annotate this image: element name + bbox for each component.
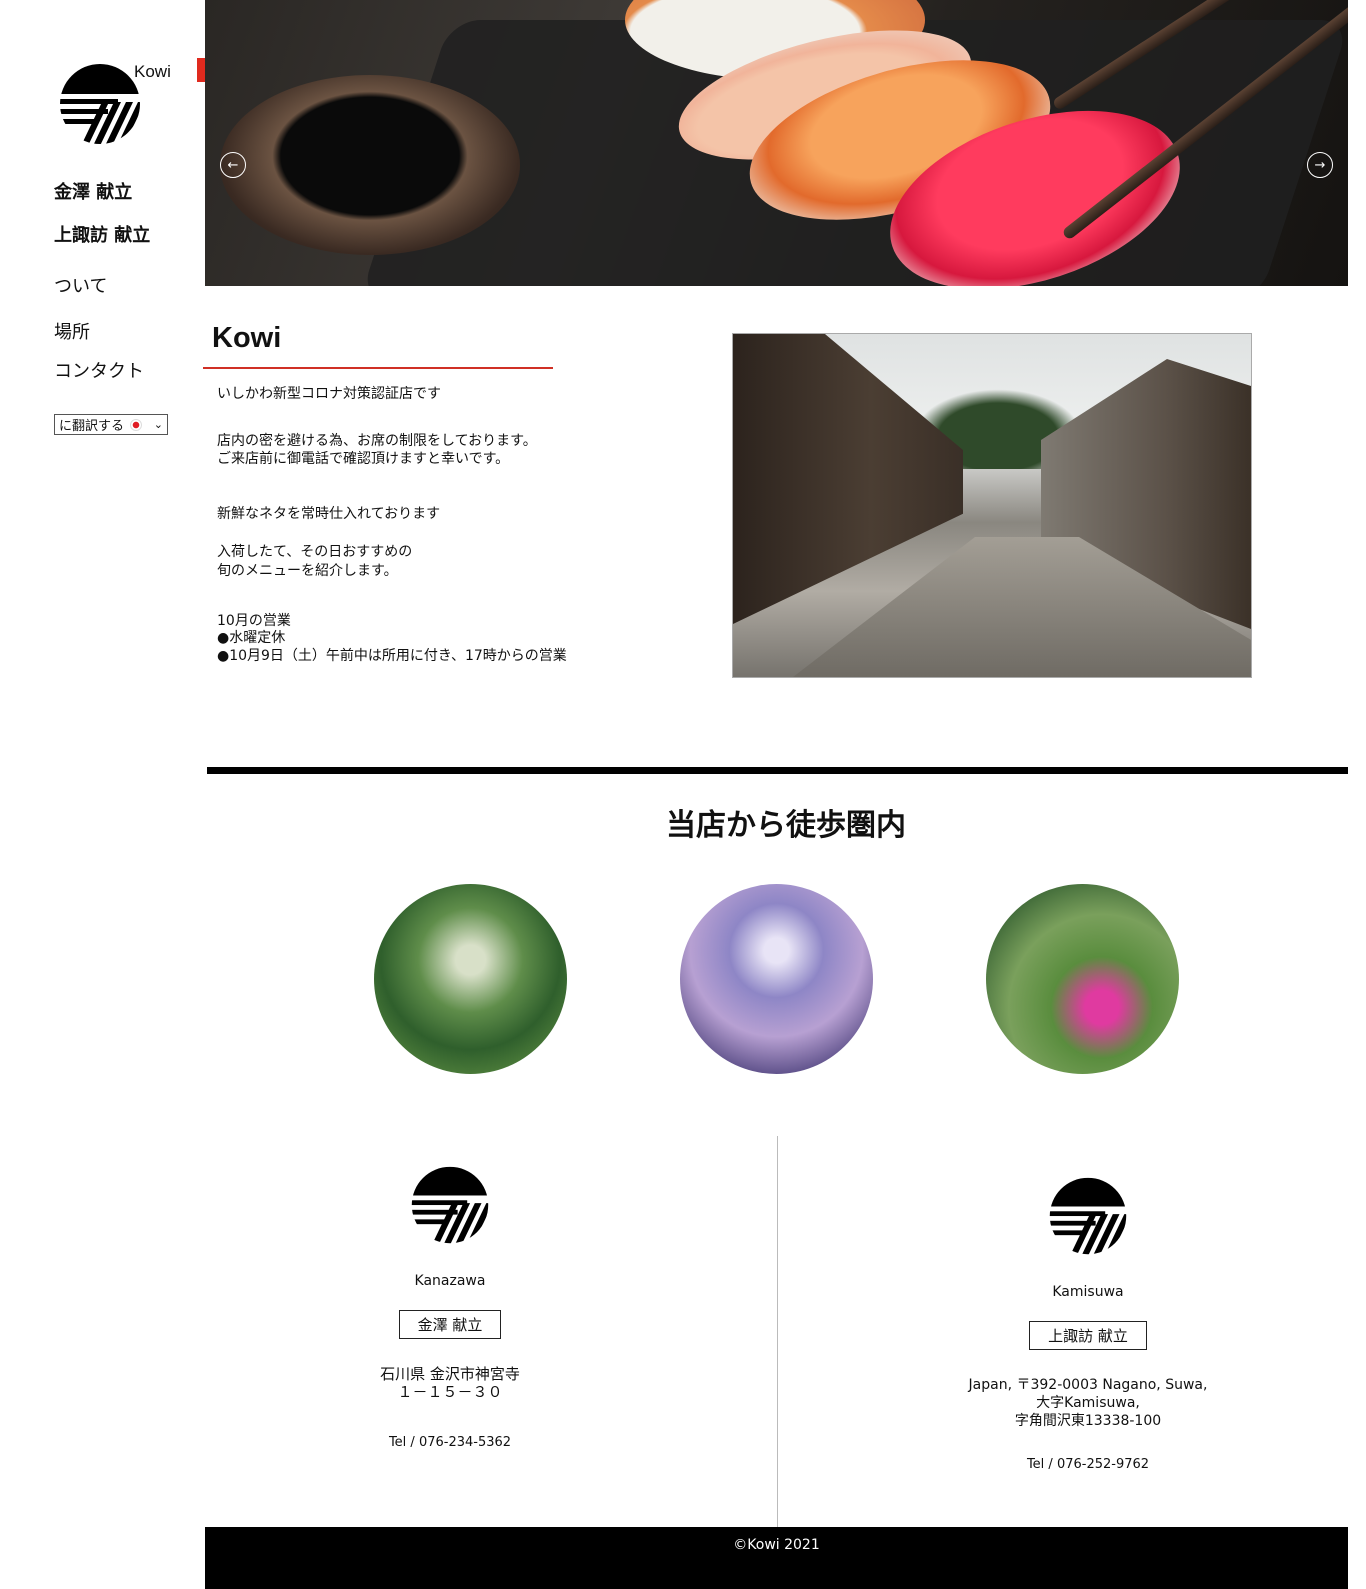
- hero-soy-bowl: [220, 75, 520, 255]
- brand-name: Kowi: [134, 62, 171, 81]
- intro-title-underline: [203, 367, 553, 369]
- copyright-text: ©Kowi 2021: [733, 1537, 820, 1553]
- logo-sun-icon: [60, 64, 140, 144]
- logo-sun-icon: [411, 1166, 489, 1244]
- kamisuwa-menu-button[interactable]: 上諏訪 献立: [1029, 1321, 1147, 1350]
- location-name: Kanazawa: [414, 1273, 486, 1289]
- active-indicator: [197, 58, 205, 82]
- location-address: Japan, 〒392-0003 Nagano, Suwa, 大字Kamisuw…: [968, 1377, 1208, 1429]
- hero-slideshow: ← →: [205, 0, 1348, 286]
- location-divider: [777, 1136, 778, 1527]
- location-kanazawa: Kanazawa 金澤 献立 石川県 金沢市神宮寺 １－１５－３０ Tel / …: [285, 1163, 615, 1450]
- japan-flag-icon: [130, 418, 143, 431]
- call-ahead-text: ご来店前に御電話で確認頂けますと幸いです。: [217, 451, 510, 467]
- slideshow-next-button[interactable]: →: [1307, 152, 1333, 178]
- nav-kanazawa-menu[interactable]: 金澤 献立: [54, 178, 132, 204]
- seasonal-menu-text: 旬のメニューを紹介します。: [217, 563, 398, 579]
- translate-label: に翻訳する: [59, 419, 125, 434]
- spot-photo-castle[interactable]: [680, 884, 873, 1074]
- spot-photo-pond[interactable]: [986, 884, 1179, 1074]
- october-hours-heading: 10月の営業: [217, 613, 291, 629]
- location-name: Kamisuwa: [1052, 1284, 1124, 1300]
- arrow-left-icon: ←: [227, 157, 239, 173]
- location-phone[interactable]: Tel / 076-234-5362: [285, 1435, 615, 1450]
- nav-contact[interactable]: コンタクト: [54, 357, 144, 383]
- closed-wednesday-text: ●水曜定休: [217, 630, 286, 646]
- chevron-down-icon: ⌄: [153, 418, 163, 431]
- nav-about[interactable]: ついて: [54, 272, 107, 298]
- location-address: 石川県 金沢市神宮寺 １－１５－３０: [380, 1365, 520, 1401]
- logo-sun-icon: [1049, 1177, 1127, 1255]
- footer: ©Kowi 2021: [205, 1527, 1348, 1589]
- location-kamisuwa: Kamisuwa 上諏訪 献立 Japan, 〒392-0003 Nagano,…: [923, 1174, 1253, 1472]
- spot-photo-garden[interactable]: [374, 884, 567, 1074]
- kanazawa-menu-button[interactable]: 金澤 献立: [398, 1310, 502, 1339]
- slideshow-prev-button[interactable]: ←: [220, 152, 246, 178]
- section-divider: [207, 767, 1348, 774]
- seating-limit-text: 店内の密を避ける為、お席の制限をしております。: [217, 433, 537, 449]
- fresh-fish-text: 新鮮なネタを常時仕入れております: [217, 506, 441, 522]
- nav-location[interactable]: 場所: [54, 318, 90, 344]
- street-photo: [732, 333, 1252, 678]
- arrow-right-icon: →: [1314, 157, 1326, 173]
- intro-title: Kowi: [212, 322, 282, 354]
- location-phone[interactable]: Tel / 076-252-9762: [923, 1457, 1253, 1472]
- translate-select[interactable]: に翻訳する ⌄: [54, 414, 168, 435]
- sidebar: Kowi 金澤 献立 上諏訪 献立 ついて 場所 コンタクト に翻訳する ⌄: [0, 0, 205, 1589]
- daily-recommend-text: 入荷したて、その日おすすめの: [217, 544, 413, 560]
- nav-kamisuwa-menu[interactable]: 上諏訪 献立: [54, 221, 150, 247]
- covid-certified-text: いしかわ新型コロナ対策認証店です: [217, 386, 441, 402]
- oct9-notice-text: ●10月9日（土）午前中は所用に付き、17時からの営業: [217, 648, 567, 664]
- walking-distance-title: 当店から徒歩圏内: [666, 808, 906, 843]
